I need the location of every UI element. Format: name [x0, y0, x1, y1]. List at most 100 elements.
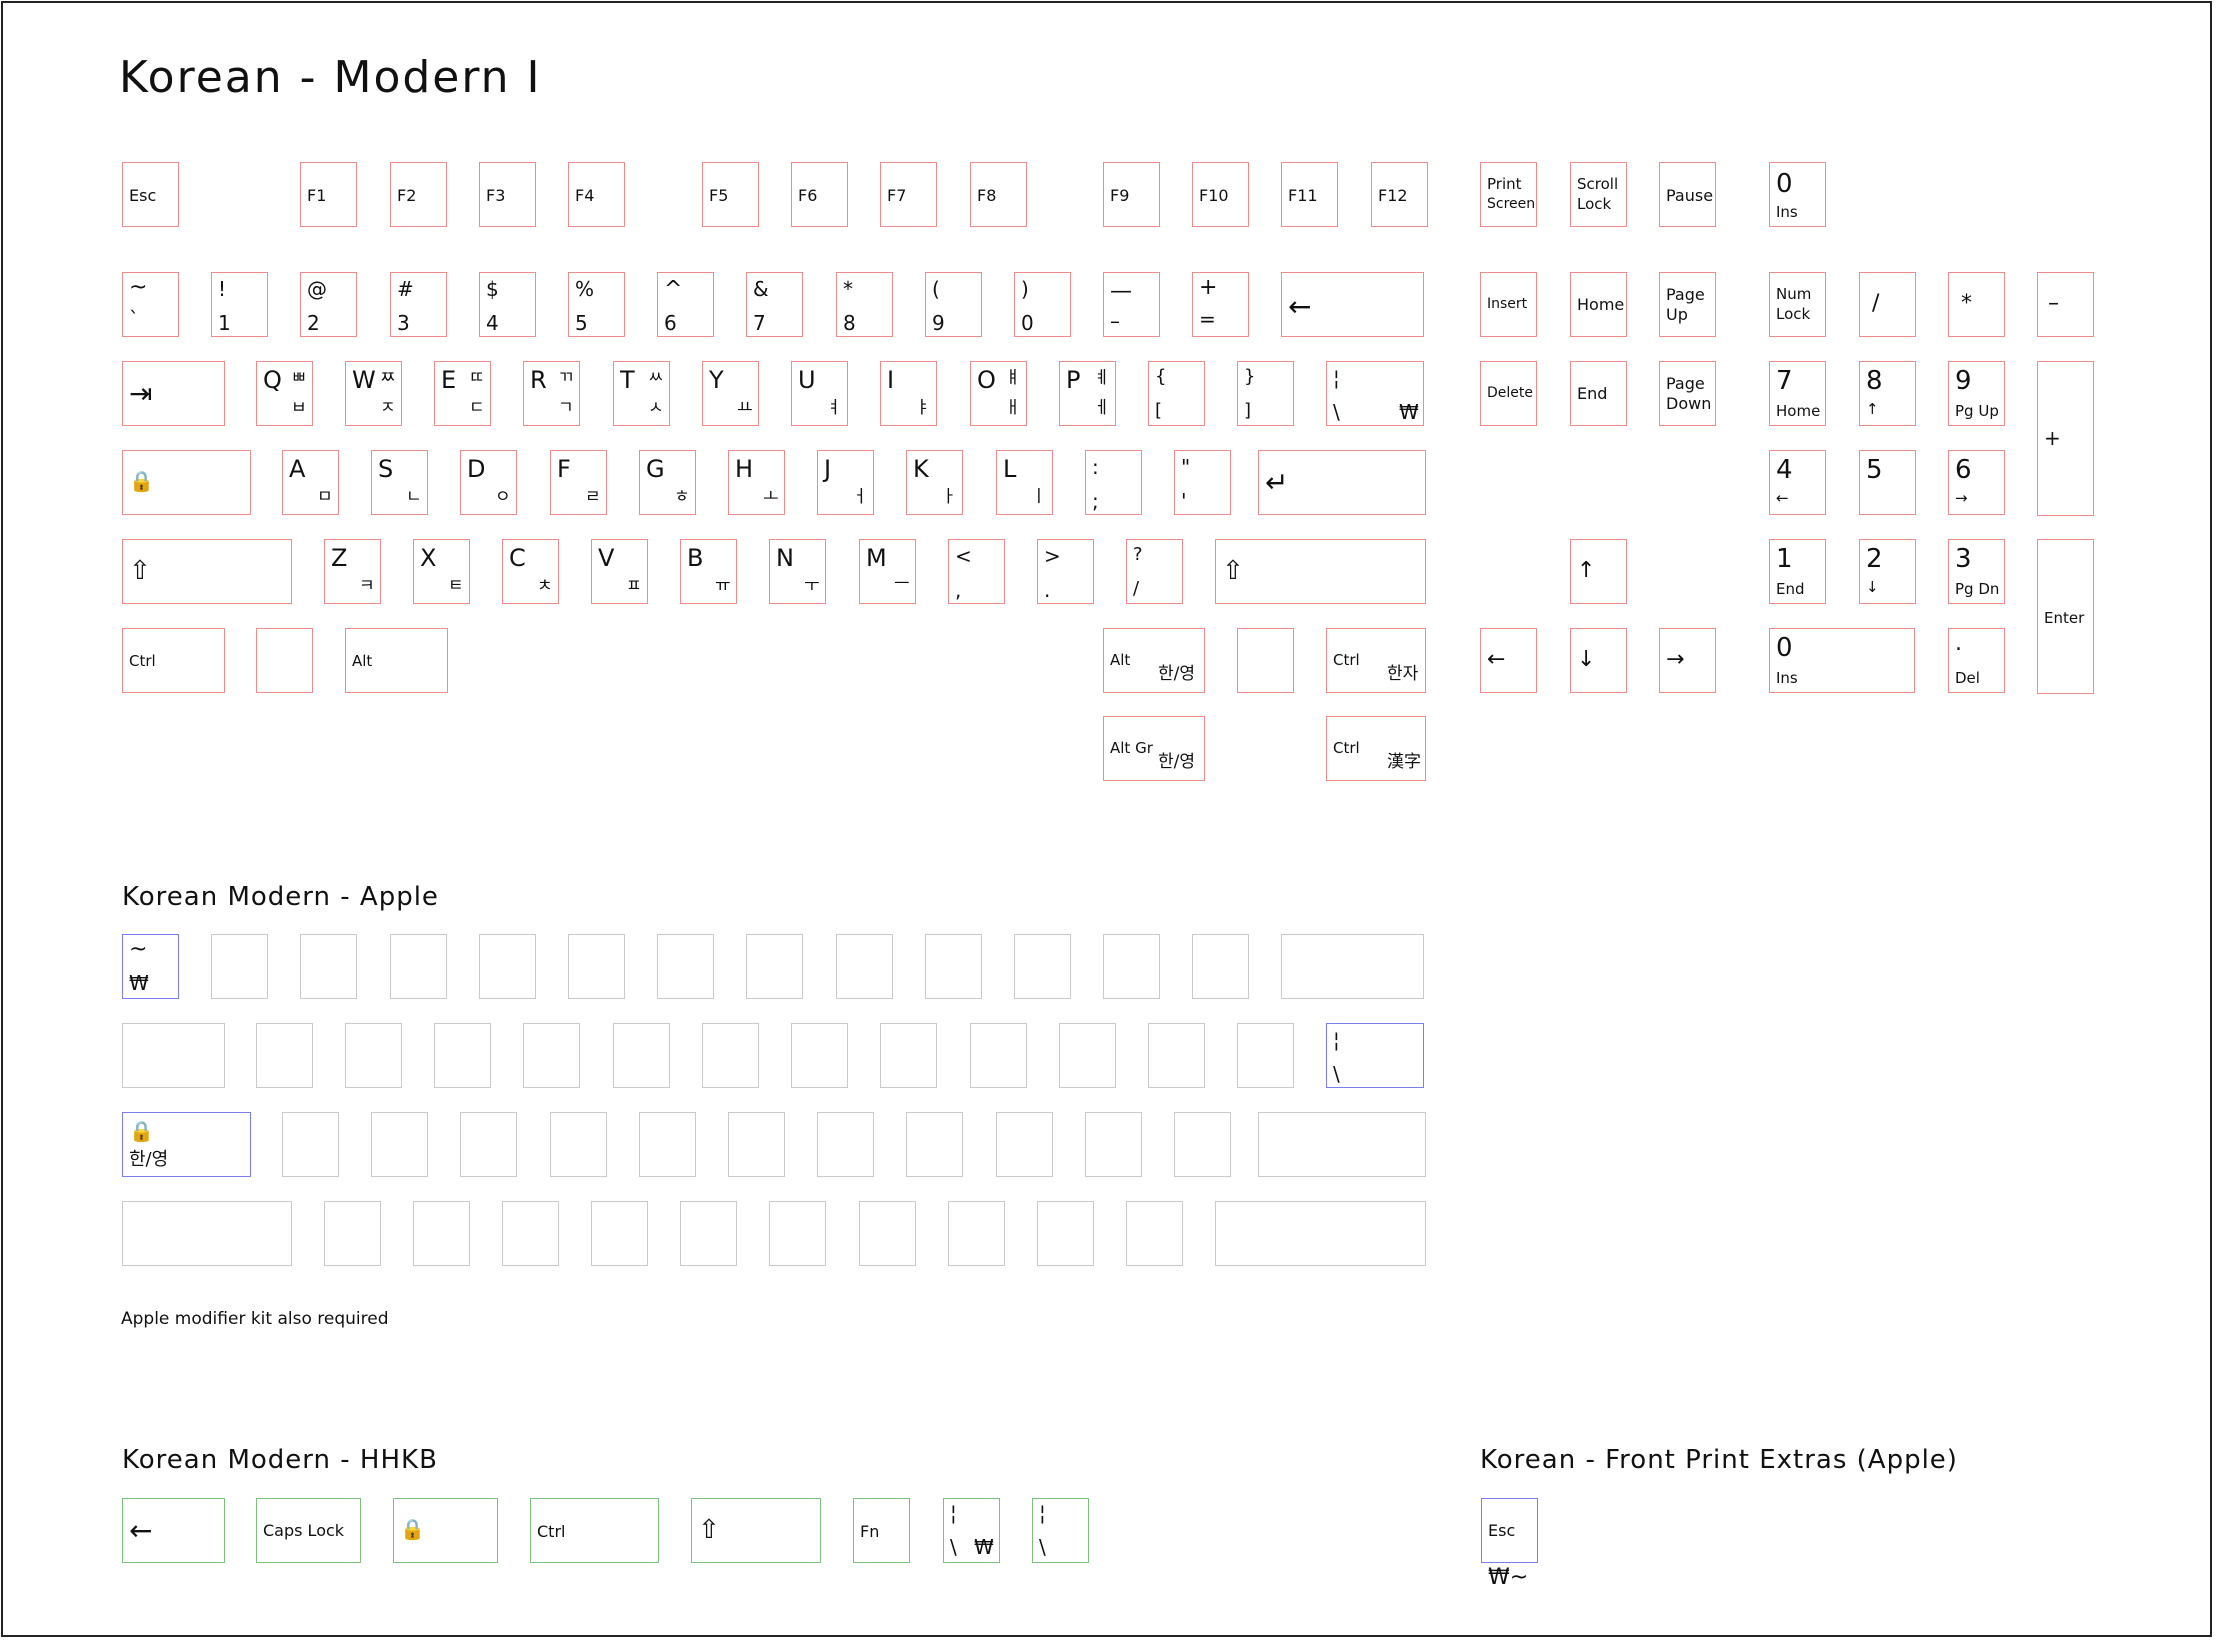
key-apple-blank[interactable] [390, 934, 447, 999]
key-left-bracket[interactable]: {[ [1148, 361, 1205, 426]
key-apple-blank[interactable] [680, 1201, 737, 1266]
key-insert[interactable]: Insert [1480, 272, 1537, 337]
key-apple-blank[interactable] [613, 1023, 670, 1088]
key-alt-gr[interactable]: Alt Gr 한/영 [1103, 716, 1205, 781]
key-f5[interactable]: F5 [702, 162, 759, 227]
key-apple-blank[interactable] [324, 1201, 381, 1266]
key-end[interactable]: End [1570, 361, 1627, 426]
key-hhkb-backspace[interactable]: ← [122, 1498, 225, 1563]
key-hhkb-shift[interactable]: ⇧ [691, 1498, 821, 1563]
key-f7[interactable]: F7 [880, 162, 937, 227]
key-apple-blank[interactable] [996, 1112, 1053, 1177]
key-i[interactable]: Iㅑ [880, 361, 937, 426]
key-left-blank[interactable] [256, 628, 313, 693]
key-tab[interactable]: ⇥ [122, 361, 225, 426]
key-right-bracket[interactable]: }] [1237, 361, 1294, 426]
key-num-5[interactable]: 5 [1859, 450, 1916, 515]
key-1[interactable]: ! 1 [211, 272, 268, 337]
key-apple-blank[interactable] [948, 1201, 1005, 1266]
key-f10[interactable]: F10 [1192, 162, 1249, 227]
key-x[interactable]: Xㅌ [413, 539, 470, 604]
key-apple-blank[interactable] [591, 1201, 648, 1266]
key-apple-blank[interactable] [1281, 934, 1424, 999]
key-apple-blank[interactable] [1103, 934, 1160, 999]
key-num-9[interactable]: 9 Pg Up [1948, 361, 2005, 426]
key-equals[interactable]: + = [1192, 272, 1249, 337]
key-y[interactable]: Yㅛ [702, 361, 759, 426]
key-3[interactable]: #3 [390, 272, 447, 337]
key-apple-blank[interactable] [1059, 1023, 1116, 1088]
key-hhkb-fn[interactable]: Fn [853, 1498, 910, 1563]
key-k[interactable]: Kㅏ [906, 450, 963, 515]
key-num-0[interactable]: 0 Ins [1769, 628, 1915, 693]
key-apple-blank[interactable] [479, 934, 536, 999]
key-f9[interactable]: F9 [1103, 162, 1160, 227]
key-minus[interactable]: — – [1103, 272, 1160, 337]
key-apple-blank[interactable] [1148, 1023, 1205, 1088]
key-num-6[interactable]: 6 → [1948, 450, 2005, 515]
key-f4[interactable]: F4 [568, 162, 625, 227]
key-apple-blank[interactable] [1014, 934, 1071, 999]
key-s[interactable]: Sㄴ [371, 450, 428, 515]
key-d[interactable]: Dㅇ [460, 450, 517, 515]
key-l[interactable]: Lㅣ [996, 450, 1053, 515]
key-apple-blank[interactable] [1192, 934, 1249, 999]
key-5[interactable]: % 5 [568, 272, 625, 337]
key-num-divide[interactable]: / [1859, 272, 1916, 337]
key-6[interactable]: ^ 6 [657, 272, 714, 337]
key-num-plus[interactable]: + [2037, 361, 2094, 516]
key-9[interactable]: (9 [925, 272, 982, 337]
key-right-ctrl[interactable]: Ctrl 한자 [1326, 628, 1426, 693]
key-apple-blank[interactable] [817, 1112, 874, 1177]
key-left-alt[interactable]: Alt [345, 628, 448, 693]
key-hhkb-ctrl[interactable]: Ctrl [530, 1498, 659, 1563]
key-apple-blank[interactable] [728, 1112, 785, 1177]
key-num-3[interactable]: 3 Pg Dn [1948, 539, 2005, 604]
key-enter[interactable]: ↵ [1258, 450, 1426, 515]
key-f3[interactable]: F3 [479, 162, 536, 227]
key-apple-blank[interactable] [1126, 1201, 1183, 1266]
key-0[interactable]: ) 0 [1014, 272, 1071, 337]
key-apple-blank[interactable] [568, 934, 625, 999]
key-pause[interactable]: Pause [1659, 162, 1716, 227]
key-hhkb-backslash-won[interactable]: ¦ \ ₩ [943, 1498, 1000, 1563]
key-apple-blank[interactable] [906, 1112, 963, 1177]
key-apple-blank[interactable] [523, 1023, 580, 1088]
key-arrow-up[interactable]: ↑ [1570, 539, 1627, 604]
key-backspace[interactable]: ← [1281, 272, 1424, 337]
key-7[interactable]: & 7 [746, 272, 803, 337]
key-right-blank[interactable] [1237, 628, 1294, 693]
key-apple-blank[interactable] [345, 1023, 402, 1088]
key-period[interactable]: >. [1037, 539, 1094, 604]
key-apple-blank[interactable] [256, 1023, 313, 1088]
key-u[interactable]: Uㅕ [791, 361, 848, 426]
key-apple-blank[interactable] [1174, 1112, 1231, 1177]
key-apple-blank[interactable] [1037, 1201, 1094, 1266]
key-apple-blank[interactable] [211, 934, 268, 999]
key-apple-blank[interactable] [1215, 1201, 1426, 1266]
key-scroll-lock[interactable]: Scroll Lock [1570, 162, 1627, 227]
key-arrow-left[interactable]: ← [1480, 628, 1537, 693]
key-apple-blank[interactable] [859, 1201, 916, 1266]
key-num-7[interactable]: 7 Home [1769, 361, 1826, 426]
key-hhkb-caps-lock[interactable]: Caps Lock [256, 1498, 361, 1563]
key-arrow-down[interactable]: ↓ [1570, 628, 1627, 693]
key-apple-blank[interactable] [639, 1112, 696, 1177]
key-delete[interactable]: Delete [1480, 361, 1537, 426]
key-f[interactable]: Fㄹ [550, 450, 607, 515]
key-apple-blank[interactable] [371, 1112, 428, 1177]
key-comma[interactable]: <, [948, 539, 1005, 604]
key-g[interactable]: Gㅎ [639, 450, 696, 515]
key-f12[interactable]: F12 [1371, 162, 1428, 227]
key-f1[interactable]: F1 [300, 162, 357, 227]
key-j[interactable]: Jㅓ [817, 450, 874, 515]
key-8[interactable]: * 8 [836, 272, 893, 337]
key-apple-caps-lock[interactable]: 🔒 한/영 [122, 1112, 251, 1177]
key-p[interactable]: Pㅖㅔ [1059, 361, 1116, 426]
key-ctrl-hanja[interactable]: Ctrl 漢字 [1326, 716, 1426, 781]
key-backslash[interactable]: ¦ \ ₩ [1326, 361, 1424, 426]
key-apple-blank[interactable] [657, 934, 714, 999]
key-apple-blank[interactable] [282, 1112, 339, 1177]
key-apple-blank[interactable] [502, 1201, 559, 1266]
key-apple-blank[interactable] [836, 934, 893, 999]
